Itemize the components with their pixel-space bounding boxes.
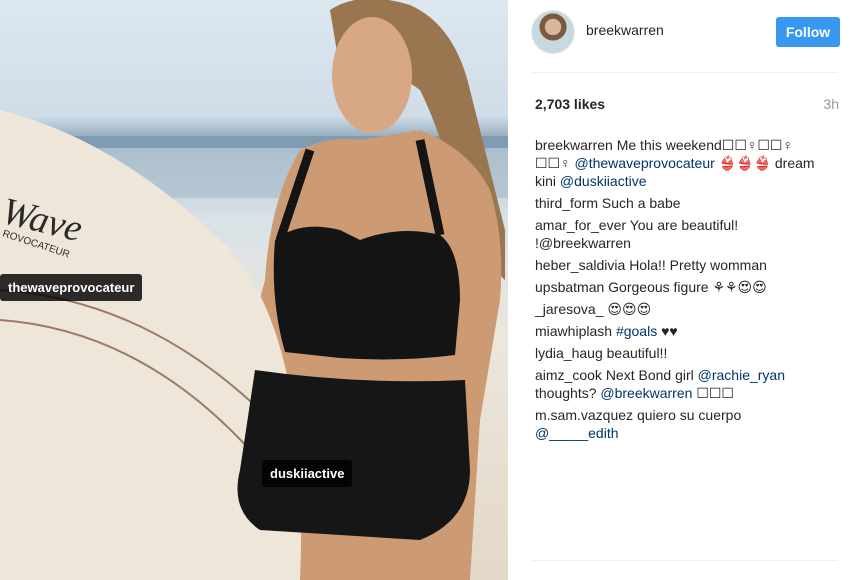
comment-text: 😍😍😍 (607, 301, 652, 317)
divider (532, 72, 838, 73)
comment-username[interactable]: aimz_cook (535, 367, 602, 383)
comment-text: thoughts? (535, 385, 597, 401)
comment-username[interactable]: breekwarren (535, 137, 613, 153)
likes-count[interactable]: 2,703 likes (535, 96, 605, 112)
comment-text: ♥♥ (661, 323, 678, 339)
comment-username[interactable]: lydia_haug (535, 345, 603, 361)
comment-hashtag[interactable]: #goals (616, 323, 657, 339)
comment: lydia_haug beautiful!! (535, 344, 825, 362)
comment-text: beautiful!! (606, 345, 668, 361)
comment: amar_for_ever You are beautiful! !@breek… (535, 216, 825, 252)
comment-mention[interactable]: @breekwarren (600, 385, 692, 401)
comment-list: breekwarren Me this weekend☐☐♀☐☐♀ ☐☐♀ @t… (535, 136, 825, 446)
comment: aimz_cook Next Bond girl @rachie_ryan th… (535, 366, 825, 402)
follow-button[interactable]: Follow (776, 17, 840, 47)
bikini-bottom (237, 370, 470, 540)
face (332, 17, 412, 133)
post-sidebar: breekwarren Follow 2,703 likes 3h breekw… (508, 0, 850, 580)
user-tag[interactable]: duskiiactive (262, 460, 353, 487)
divider (532, 560, 838, 561)
bikini-top (273, 226, 460, 360)
comment: third_form Such a babe (535, 194, 825, 212)
comment-text: ☐☐☐ (696, 385, 734, 401)
comment-mention[interactable]: @thewaveprovocateur (575, 155, 715, 171)
comment-text: quiero su cuerpo (636, 407, 742, 423)
comment-username[interactable]: heber_saldivia (535, 257, 625, 273)
post-timestamp[interactable]: 3h (823, 96, 839, 112)
comment-text: Hola!! Pretty womman (629, 257, 767, 273)
comment-text: Gorgeous figure ⚘⚘😍😍 (608, 279, 767, 295)
comment-username[interactable]: third_form (535, 195, 598, 211)
instagram-post: Wave ROVOCATEUR thewaveprovocateur duski… (0, 0, 850, 580)
comment-mention[interactable]: @duskiiactive (560, 173, 647, 189)
post-header: breekwarren Follow (508, 0, 850, 72)
comment-username[interactable]: miawhiplash (535, 323, 612, 339)
post-photo[interactable]: Wave ROVOCATEUR thewaveprovocateur duski… (0, 0, 508, 580)
author-username[interactable]: breekwarren (586, 22, 664, 38)
comment: m.sam.vazquez quiero su cuerpo @_____edi… (535, 406, 825, 442)
caption: breekwarren Me this weekend☐☐♀☐☐♀ ☐☐♀ @t… (535, 136, 825, 190)
comment: _jaresova_ 😍😍😍 (535, 300, 825, 318)
comment: heber_saldivia Hola!! Pretty womman (535, 256, 825, 274)
comment-mention[interactable]: @_____edith (535, 425, 619, 441)
comment-text: Next Bond girl (605, 367, 694, 383)
comment: upsbatman Gorgeous figure ⚘⚘😍😍 (535, 278, 825, 296)
avatar[interactable] (532, 11, 574, 53)
comment-username[interactable]: _jaresova_ (535, 301, 604, 317)
user-tag[interactable]: thewaveprovocateur (0, 274, 143, 301)
comment-username[interactable]: upsbatman (535, 279, 604, 295)
comment-text: Such a babe (601, 195, 681, 211)
comment-mention[interactable]: @rachie_ryan (698, 367, 785, 383)
comment: miawhiplash #goals ♥♥ (535, 322, 825, 340)
comment-username[interactable]: m.sam.vazquez (535, 407, 633, 423)
comment-username[interactable]: amar_for_ever (535, 217, 626, 233)
